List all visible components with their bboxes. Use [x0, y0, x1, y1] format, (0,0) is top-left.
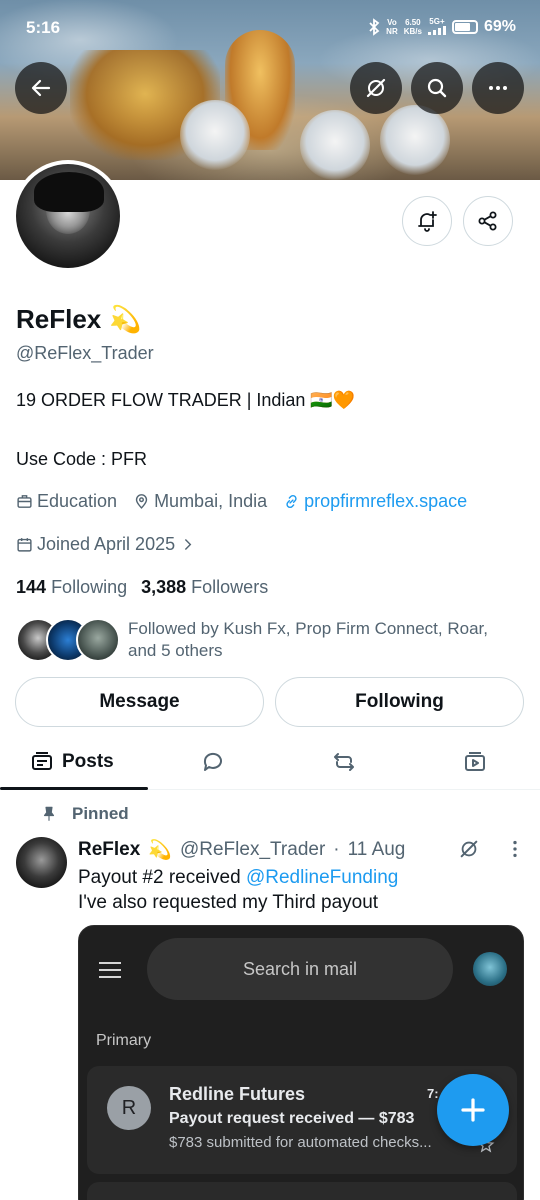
search-icon	[427, 78, 447, 98]
followed-by[interactable]: Followed by Kush Fx, Prop Firm Connect, …	[16, 618, 518, 662]
share-icon	[478, 211, 497, 231]
more-icon	[489, 86, 507, 90]
name-emoji: 💫	[109, 304, 142, 334]
status-bar: 5:16 Vo NR 6.50 KB/s 5G+ 69%	[0, 0, 540, 58]
tab-replies[interactable]	[201, 734, 225, 790]
battery-icon	[451, 20, 478, 34]
mail-search-bar: Search in mail	[147, 938, 453, 1000]
tab-posts[interactable]: Posts	[30, 734, 114, 790]
post-author-emoji: 💫	[148, 840, 172, 861]
bluetooth-icon	[369, 18, 380, 36]
followed-by-text: Followed by Kush Fx, Prop Firm Connect, …	[128, 619, 488, 660]
battery-percent: 69%	[483, 18, 516, 35]
share-button[interactable]	[463, 196, 513, 246]
calendar-icon	[17, 538, 32, 552]
profile-tabs: Posts	[0, 734, 540, 790]
profile-category: Education	[16, 491, 117, 512]
post-text: Payout #2 received @RedlineFunding I've …	[78, 867, 399, 913]
mail-sender: Redline Futures	[169, 1084, 306, 1104]
mail-account-avatar	[473, 952, 507, 986]
mail-snippet: $783 submitted for automated checks...	[169, 1134, 432, 1151]
post-media-image[interactable]: Search in mail Primary R Redline Futures…	[78, 925, 524, 1200]
arrow-left-icon	[31, 79, 51, 97]
follow-counts: 144 Following 3,388 Followers	[16, 577, 268, 598]
follower-avatar	[76, 618, 120, 662]
grok-icon[interactable]	[458, 838, 480, 860]
chevron-right-icon	[184, 539, 192, 550]
followers-link[interactable]: 3,388 Followers	[141, 577, 268, 598]
briefcase-icon	[17, 495, 32, 508]
post-separator: ·	[333, 839, 340, 860]
repost-icon	[334, 753, 354, 771]
profile-handle: @ReFlex_Trader	[16, 343, 154, 363]
mail-section-label: Primary	[96, 1032, 152, 1049]
sender-avatar: R	[107, 1086, 151, 1130]
replies-icon	[203, 752, 222, 771]
network-type: Vo NR	[386, 18, 398, 36]
following-button[interactable]: Following	[275, 677, 524, 727]
post-handle[interactable]: @ReFlex_Trader	[180, 839, 325, 861]
profile-location: Mumbai, India	[133, 491, 267, 512]
pinned-label: Pinned	[40, 804, 129, 824]
posts-icon	[32, 752, 52, 770]
location-icon	[135, 494, 148, 509]
media-icon	[465, 752, 485, 771]
plus-icon	[461, 1098, 485, 1122]
post-mention[interactable]: @RedlineFunding	[246, 867, 398, 888]
message-button[interactable]: Message	[15, 677, 264, 727]
tab-active-indicator	[0, 787, 148, 790]
profile-joined[interactable]: Joined April 2025	[16, 534, 196, 555]
hamburger-icon	[99, 962, 121, 983]
vertical-more-icon[interactable]	[504, 838, 526, 860]
post-author[interactable]: ReFlex	[78, 839, 140, 861]
back-button[interactable]	[15, 62, 67, 114]
link-icon	[286, 494, 297, 509]
pin-icon	[43, 806, 55, 821]
post-date[interactable]: 11 Aug	[348, 839, 406, 861]
status-time: 5:16	[26, 18, 61, 37]
mail-time: 7:	[427, 1086, 439, 1101]
grok-button[interactable]	[350, 62, 402, 114]
profile-code: Use Code : PFR	[16, 449, 148, 469]
grok-icon	[366, 78, 386, 98]
network-speed: 6.50 KB/s	[403, 18, 422, 36]
signal-indicator: 5G+	[427, 17, 446, 37]
follower-avatars	[16, 618, 120, 662]
signal-icon	[427, 26, 446, 35]
profile-bio: 19 ORDER FLOW TRADER | Indian 🇮🇳🧡	[16, 390, 356, 410]
post-avatar[interactable]	[16, 837, 67, 888]
tab-reposts[interactable]	[332, 734, 356, 790]
tab-media[interactable]	[463, 734, 487, 790]
mail-subject: Payout request received — $783	[169, 1110, 415, 1127]
mail-item	[87, 1182, 517, 1200]
profile-avatar[interactable]	[12, 160, 124, 272]
profile-name: ReFlex 💫	[16, 304, 142, 334]
compose-post-button[interactable]	[437, 1074, 509, 1146]
notify-button[interactable]	[402, 196, 452, 246]
search-button[interactable]	[411, 62, 463, 114]
profile-meta: Education Mumbai, India propfirmreflex.s…	[16, 491, 467, 512]
profile-website[interactable]: propfirmreflex.space	[283, 491, 467, 512]
following-link[interactable]: 144 Following	[16, 577, 127, 598]
post-header: ReFlex 💫 @ReFlex_Trader · 11 Aug	[78, 838, 405, 862]
post-actions	[458, 838, 526, 860]
bell-plus-icon	[418, 211, 437, 232]
more-button[interactable]	[472, 62, 524, 114]
